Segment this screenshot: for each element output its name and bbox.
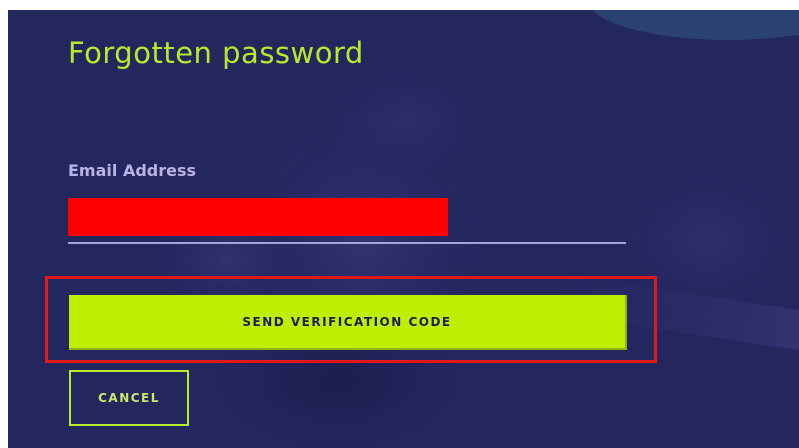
forgot-password-panel: Forgotten password Email Address SEND VE… — [8, 10, 799, 448]
page: Forgotten password Email Address SEND VE… — [0, 0, 799, 448]
send-verification-code-button[interactable]: SEND VERIFICATION CODE — [69, 295, 627, 350]
left-margin — [0, 0, 8, 448]
cancel-button[interactable]: CANCEL — [69, 370, 189, 426]
page-title: Forgotten password — [68, 36, 364, 70]
bg-shape-ball — [298, 50, 518, 190]
email-redaction-block — [68, 198, 448, 236]
top-margin — [0, 0, 799, 10]
email-label: Email Address — [68, 161, 197, 180]
bg-shape-top-right — [592, 10, 799, 40]
